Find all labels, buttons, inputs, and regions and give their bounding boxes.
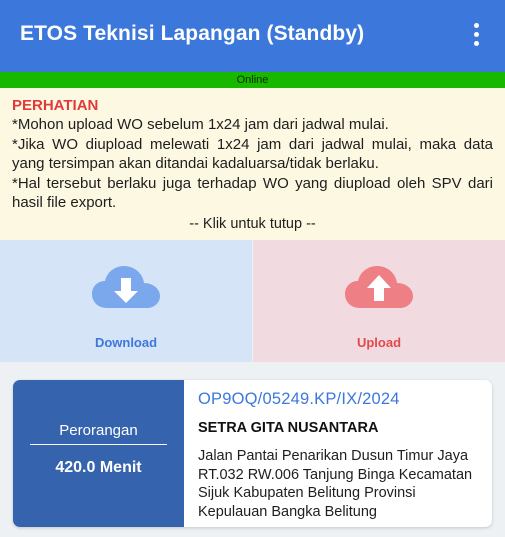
work-order-summary: Perorangan 420.0 Menit xyxy=(13,380,184,527)
notice-line: *Jika WO diupload melewati 1x24 jam dari… xyxy=(12,135,493,173)
cloud-upload-icon xyxy=(345,266,413,308)
notice-line: *Mohon upload WO sebelum 1x24 jam dari j… xyxy=(12,116,389,133)
notice-heading: PERHATIAN xyxy=(12,97,99,114)
upload-label: Upload xyxy=(356,335,402,350)
app-bar: ETOS Teknisi Lapangan (Standby) xyxy=(0,0,505,72)
app-title: ETOS Teknisi Lapangan (Standby) xyxy=(20,22,365,45)
download-label: Download xyxy=(94,335,158,350)
work-order-duration: 420.0 Menit xyxy=(55,459,142,476)
customer-name: SETRA GITA NUSANTARA xyxy=(198,420,379,436)
work-order-number[interactable]: OP9OQ/05249.KP/IX/2024 xyxy=(198,390,400,409)
connection-status-bar: Online xyxy=(0,72,505,88)
action-panel: Download Upload xyxy=(0,240,505,362)
connection-status-text: Online xyxy=(236,74,269,86)
customer-address: Jalan Pantai Penarikan Dusun Timur Jaya … xyxy=(198,448,473,520)
upload-button[interactable]: Upload xyxy=(253,240,505,362)
work-order-details: OP9OQ/05249.KP/IX/2024 SETRA GITA NUSANT… xyxy=(198,380,483,527)
notice-banner[interactable]: PERHATIAN *Mohon upload WO sebelum 1x24 … xyxy=(0,88,505,240)
notice-close-hint[interactable]: -- Klik untuk tutup -- xyxy=(12,214,493,234)
download-button[interactable]: Download xyxy=(0,240,252,362)
work-order-type: Perorangan xyxy=(59,422,138,439)
work-order-card[interactable]: Perorangan 420.0 Menit OP9OQ/05249.KP/IX… xyxy=(13,380,492,527)
notice-line: *Hal tersebut berlaku juga terhadap WO y… xyxy=(12,174,493,212)
overflow-menu-icon[interactable] xyxy=(465,22,489,50)
cloud-download-icon xyxy=(92,266,160,308)
divider xyxy=(30,444,167,445)
